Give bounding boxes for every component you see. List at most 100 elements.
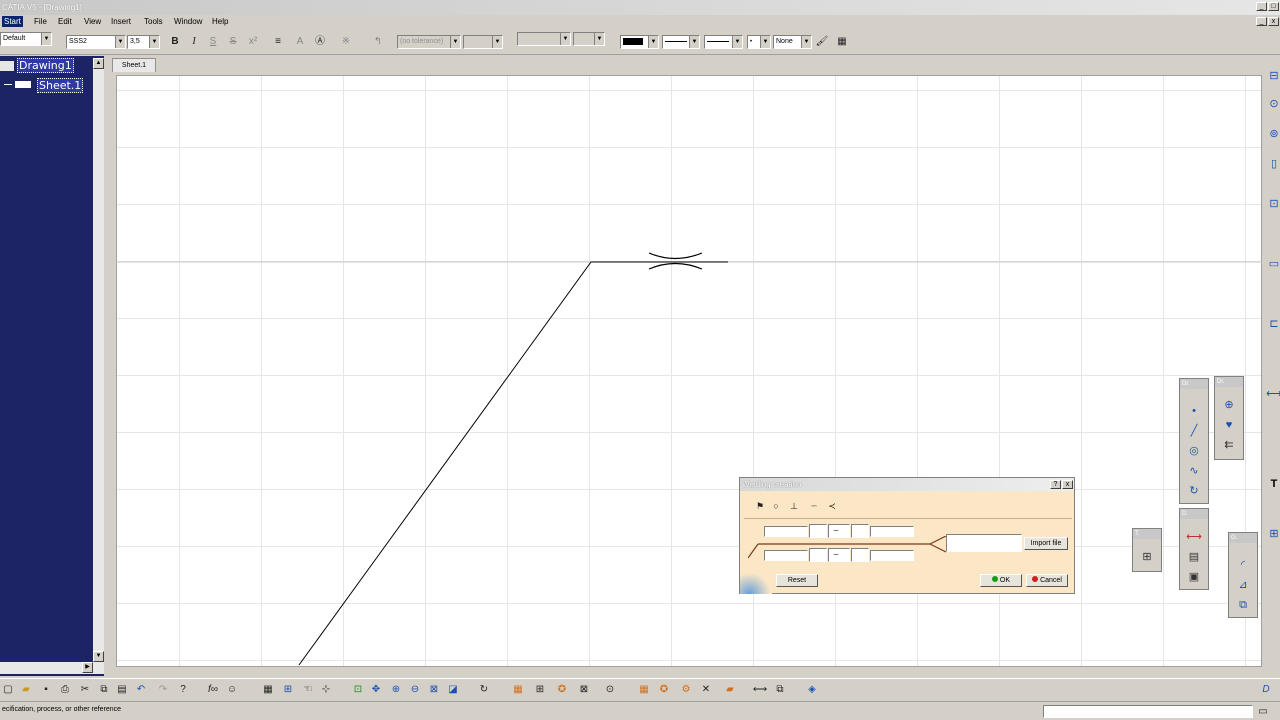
- tab-sheet[interactable]: Sheet.1: [112, 58, 156, 72]
- reference-text-field[interactable]: [946, 534, 1022, 552]
- clipping-icon[interactable]: ⊏: [1266, 316, 1280, 332]
- dimension-select[interactable]: ▼: [517, 32, 571, 46]
- point-type-select[interactable]: • ▼: [747, 35, 771, 49]
- analysis-display-icon[interactable]: ⊠: [576, 682, 592, 698]
- section-icon[interactable]: ⊡: [1266, 196, 1280, 212]
- menu-view[interactable]: View: [84, 17, 101, 26]
- ok-button[interactable]: OK: [980, 574, 1022, 587]
- line-icon[interactable]: ╱: [1186, 423, 1202, 439]
- cut-icon[interactable]: ✂: [77, 682, 93, 698]
- refresh-icon[interactable]: ↻: [476, 682, 492, 698]
- constraint-icon[interactable]: ✪: [554, 682, 570, 698]
- copy-icon[interactable]: ⧉: [96, 682, 112, 698]
- sketch-icon[interactable]: ⊞: [532, 682, 548, 698]
- tolerance-tool-icon[interactable]: ⧉: [772, 682, 788, 698]
- font-select[interactable]: SSS2 ▼: [66, 35, 126, 49]
- zoom-area-icon[interactable]: ⊠: [426, 682, 442, 698]
- lower-finish-select[interactable]: [851, 548, 869, 562]
- flag-icon[interactable]: ⚑: [752, 498, 768, 514]
- command-icon[interactable]: ▭: [1255, 704, 1271, 720]
- view-icon[interactable]: ⊚: [1266, 126, 1280, 142]
- tree-item-drawing[interactable]: Drawing1: [17, 58, 74, 73]
- filter-icon[interactable]: ▦: [636, 682, 652, 698]
- thread-icon[interactable]: ♥: [1221, 417, 1237, 433]
- weld-symbol-top[interactable]: [648, 252, 703, 260]
- tolerance-select[interactable]: (no tolerance) ▼: [397, 35, 461, 49]
- tree-item-sheet[interactable]: Sheet.1: [37, 78, 84, 93]
- weld-symbol-bottom[interactable]: [648, 262, 703, 270]
- zoom-out-icon[interactable]: ⊖: [407, 682, 423, 698]
- whats-this-icon[interactable]: ?: [175, 682, 191, 698]
- tree-horizontal-scrollbar[interactable]: ▶: [0, 662, 104, 674]
- sheet-new-icon[interactable]: ⊙: [1266, 96, 1280, 112]
- symbol-icon[interactable]: ※: [338, 34, 354, 50]
- projection-icon[interactable]: ▯: [1266, 156, 1280, 172]
- corner-icon[interactable]: ◜: [1235, 557, 1251, 573]
- cancel-button[interactable]: Cancel: [1026, 574, 1068, 587]
- text-tool-icon[interactable]: T: [1266, 476, 1280, 492]
- doc-minimize-icon[interactable]: _: [1256, 17, 1267, 26]
- dimension-icon[interactable]: ⟷: [1186, 529, 1202, 545]
- point-icon[interactable]: •: [1186, 403, 1202, 419]
- snap-icon[interactable]: ⊹: [318, 682, 334, 698]
- transform-icon[interactable]: ⧉: [1235, 597, 1251, 613]
- pattern-select[interactable]: None ▼: [773, 35, 812, 49]
- lower-length-field[interactable]: [870, 550, 914, 561]
- dimension-precision-select[interactable]: ▼: [573, 32, 605, 46]
- align-left-icon[interactable]: ≡: [270, 34, 286, 50]
- menu-window[interactable]: Window: [174, 17, 202, 26]
- zoom-view-icon[interactable]: ⊙: [602, 682, 618, 698]
- command-input[interactable]: [1043, 705, 1253, 718]
- superscript-icon[interactable]: x²: [245, 34, 261, 50]
- zoom-in-icon[interactable]: ⊕: [388, 682, 404, 698]
- underline-button[interactable]: S: [205, 34, 221, 50]
- bold-button[interactable]: B: [167, 34, 183, 50]
- dashed-line-icon[interactable]: ┈: [806, 498, 822, 514]
- line-thickness-select[interactable]: ▼: [662, 35, 700, 49]
- import-file-button[interactable]: Import file: [1024, 537, 1068, 550]
- axis-line-icon[interactable]: ⇇: [1221, 437, 1237, 453]
- minimize-icon[interactable]: _: [1256, 2, 1267, 11]
- new-document-icon[interactable]: ▢: [0, 682, 16, 698]
- fit-all-icon[interactable]: ⊡: [350, 682, 366, 698]
- help-icon[interactable]: ?: [1050, 480, 1061, 489]
- tail-icon[interactable]: ≺: [824, 498, 840, 514]
- pan-icon[interactable]: ✥: [368, 682, 384, 698]
- lower-symbol-select[interactable]: [809, 548, 827, 562]
- cube-icon[interactable]: ◈: [804, 682, 820, 698]
- analysis-icon[interactable]: ⊞: [280, 682, 296, 698]
- color-select[interactable]: ▼: [620, 35, 659, 49]
- paint-brush-icon[interactable]: 🖌: [814, 34, 830, 50]
- text-frame-icon[interactable]: Ⓐ: [312, 34, 328, 50]
- redo-icon[interactable]: ↷: [155, 682, 171, 698]
- maximize-icon[interactable]: □: [1268, 2, 1279, 11]
- reset-button[interactable]: Reset: [776, 574, 818, 587]
- italic-button[interactable]: I: [186, 34, 202, 50]
- menu-help[interactable]: Help: [212, 17, 228, 26]
- table-icon[interactable]: ▤: [1186, 549, 1202, 565]
- strikethrough-button[interactable]: S: [225, 34, 241, 50]
- paste-icon[interactable]: ▤: [114, 682, 130, 698]
- text-anchor-icon[interactable]: A: [292, 34, 308, 50]
- grid-snap-icon[interactable]: ▦: [510, 682, 526, 698]
- display-icon[interactable]: ✪: [656, 682, 672, 698]
- center-line-icon[interactable]: ⊕: [1221, 397, 1237, 413]
- menu-start[interactable]: Start: [2, 16, 23, 27]
- menu-file[interactable]: File: [34, 17, 47, 26]
- scroll-right-icon[interactable]: ▶: [82, 662, 93, 673]
- lower-size-field[interactable]: [764, 550, 808, 561]
- cursor-icon[interactable]: ☜: [300, 682, 316, 698]
- measure-icon[interactable]: ✕: [698, 682, 714, 698]
- font-size-select[interactable]: 3,5 ▼: [127, 35, 160, 49]
- circle-weld-icon[interactable]: ○: [768, 498, 784, 514]
- dimension-line-icon[interactable]: ⟷: [752, 682, 768, 698]
- frame-icon[interactable]: ⊞: [1266, 526, 1280, 542]
- tolerance-value-select[interactable]: ▼: [463, 35, 503, 49]
- comment-icon[interactable]: ☺: [224, 682, 240, 698]
- style-select[interactable]: Default ▼: [0, 32, 52, 46]
- formula-icon[interactable]: f∞: [205, 682, 221, 698]
- picture-icon[interactable]: ▣: [1186, 569, 1202, 585]
- scroll-down-icon[interactable]: ▼: [93, 651, 104, 662]
- both-sides-icon[interactable]: ⊥: [786, 498, 802, 514]
- save-icon[interactable]: ▪: [38, 682, 54, 698]
